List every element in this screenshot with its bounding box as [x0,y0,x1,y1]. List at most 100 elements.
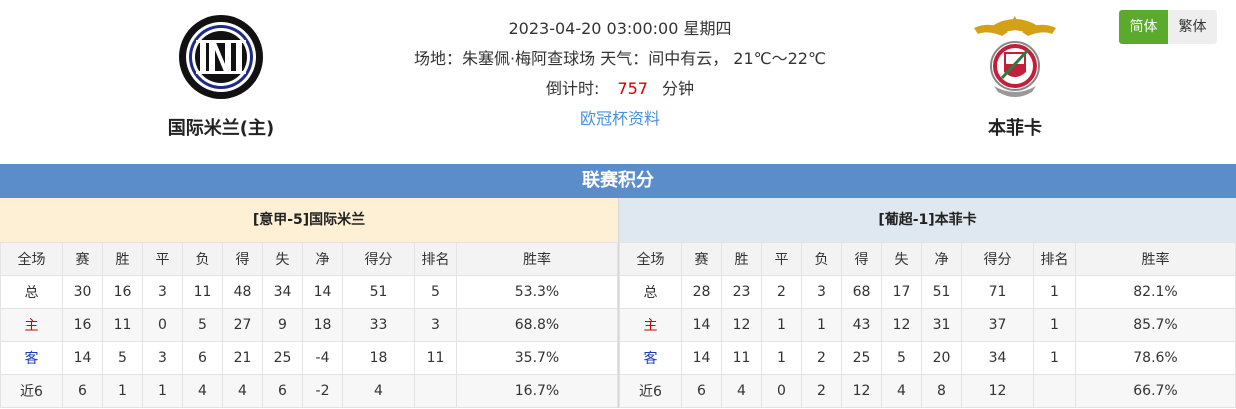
column-header: 胜 [102,242,143,276]
table-cell: 14 [681,308,722,342]
column-header: 负 [182,242,223,276]
table-cell: 43 [841,308,882,342]
column-header: 平 [761,242,802,276]
table-cell: 12 [961,374,1034,408]
home-team[interactable]: 国际米兰(主) [141,10,301,140]
table-row: 主 14 12 1 1 43 12 31 37 1 85.7% [619,308,1236,342]
row-label: 主 [0,308,63,342]
away-team[interactable]: 本菲卡 [935,10,1095,140]
match-datetime: 2023-04-20 03:00:00 星期四 [508,19,732,38]
column-header: 失 [881,242,922,276]
table-cell: 5 [881,341,922,375]
match-header: 国际米兰(主) 2023-04-20 03:00:00 星期四 场地：朱塞佩·梅… [0,0,1236,164]
column-header: 赛 [62,242,103,276]
row-label: 主 [619,308,682,342]
table-cell: -4 [302,341,343,375]
table-cell: 48 [222,275,263,309]
column-header: 胜率 [1075,242,1236,276]
language-switch: 简体 繁体 [1119,10,1217,44]
table-cell: 82.1% [1075,275,1236,309]
column-header: 胜 [721,242,762,276]
simplified-chinese-button[interactable]: 简体 [1119,10,1168,44]
table-cell: 4 [222,374,263,408]
table-header-row: 全场赛胜平负得失净得分 排名 胜率 [619,242,1236,276]
table-cell: 85.7% [1075,308,1236,342]
table-cell: 78.6% [1075,341,1236,375]
away-table-title: [葡超-1]本菲卡 [619,198,1236,242]
table-cell: 31 [921,308,962,342]
column-header: 负 [801,242,842,276]
table-row: 客 14 5 3 6 21 25 -4 18 11 35.7% [0,341,618,375]
table-cell: 11 [414,341,457,375]
table-cell: 14 [62,341,103,375]
table-cell: 12 [841,374,882,408]
table-cell: 1 [801,308,842,342]
table-row: 总 28 23 2 3 68 17 51 71 1 82.1% [619,275,1236,309]
cup-info-link[interactable]: 欧冠杯资料 [380,104,860,134]
table-cell: 9 [262,308,303,342]
table-cell: 18 [342,341,415,375]
column-header: 全场 [0,242,63,276]
table-cell: 33 [342,308,415,342]
table-header-row: 全场赛胜平负得失净得分 排名 胜率 [0,242,618,276]
table-cell: 5 [414,275,457,309]
row-label: 近6 [0,374,63,408]
table-cell: 4 [182,374,223,408]
table-row: 近6 6 4 0 2 12 4 8 12 66.7% [619,374,1236,408]
table-row: 总 30 16 3 11 48 34 14 51 5 53.3% [0,275,618,309]
table-cell: 2 [761,275,802,309]
row-label: 客 [619,341,682,375]
table-cell: 35.7% [456,341,618,375]
row-label: 客 [0,341,63,375]
table-cell: 3 [142,275,183,309]
table-cell: 16.7% [456,374,618,408]
table-cell: 21 [222,341,263,375]
table-cell: 11 [182,275,223,309]
home-standings-table: [意甲-5]国际米兰 全场赛胜平负得失净得分 排名 胜率 总 30 16 3 11 48 34 1… [0,198,618,408]
table-cell: 23 [721,275,762,309]
column-header: 得分 [961,242,1034,276]
table-cell: 14 [302,275,343,309]
countdown-label: 倒计时: [546,79,600,98]
inter-milan-crest-icon [178,14,264,100]
countdown-unit: 分钟 [661,79,694,98]
table-cell: 18 [302,308,343,342]
column-header: 全场 [619,242,682,276]
table-cell: 4 [721,374,762,408]
table-cell: 25 [262,341,303,375]
column-header: 胜率 [456,242,618,276]
row-label: 近6 [619,374,682,408]
table-cell: 14 [681,341,722,375]
away-standings-table: [葡超-1]本菲卡 全场赛胜平负得失净得分 排名 胜率 总 28 23 2 3 68 17 51 7… [618,198,1236,408]
table-cell: 27 [222,308,263,342]
table-cell: 34 [961,341,1034,375]
table-row: 客 14 11 1 2 25 5 20 34 1 78.6% [619,341,1236,375]
table-cell: 11 [102,308,143,342]
table-cell: 4 [342,374,415,408]
table-cell: 0 [142,308,183,342]
table-cell: 68.8% [456,308,618,342]
table-row: 主 16 11 0 5 27 9 18 33 3 68.8% [0,308,618,342]
table-cell: 2 [801,374,842,408]
table-cell: 28 [681,275,722,309]
match-info: 2023-04-20 03:00:00 星期四 场地：朱塞佩·梅阿查球场 天气：… [380,14,860,134]
column-header: 排名 [1033,242,1076,276]
table-cell: 4 [881,374,922,408]
table-cell: 25 [841,341,882,375]
table-cell: 37 [961,308,1034,342]
table-cell: 1 [1033,308,1076,342]
table-cell: 5 [182,308,223,342]
table-cell: 12 [721,308,762,342]
column-header: 得 [841,242,882,276]
table-cell: 3 [414,308,457,342]
countdown: 倒计时: 757 分钟 [380,74,860,104]
table-cell: 68 [841,275,882,309]
table-cell: 1 [102,374,143,408]
table-cell: 16 [62,308,103,342]
home-team-name: 国际米兰(主) [167,118,275,139]
traditional-chinese-button[interactable]: 繁体 [1168,10,1217,44]
table-cell: 51 [342,275,415,309]
table-cell: 11 [721,341,762,375]
table-cell: 51 [921,275,962,309]
table-cell: 1 [142,374,183,408]
